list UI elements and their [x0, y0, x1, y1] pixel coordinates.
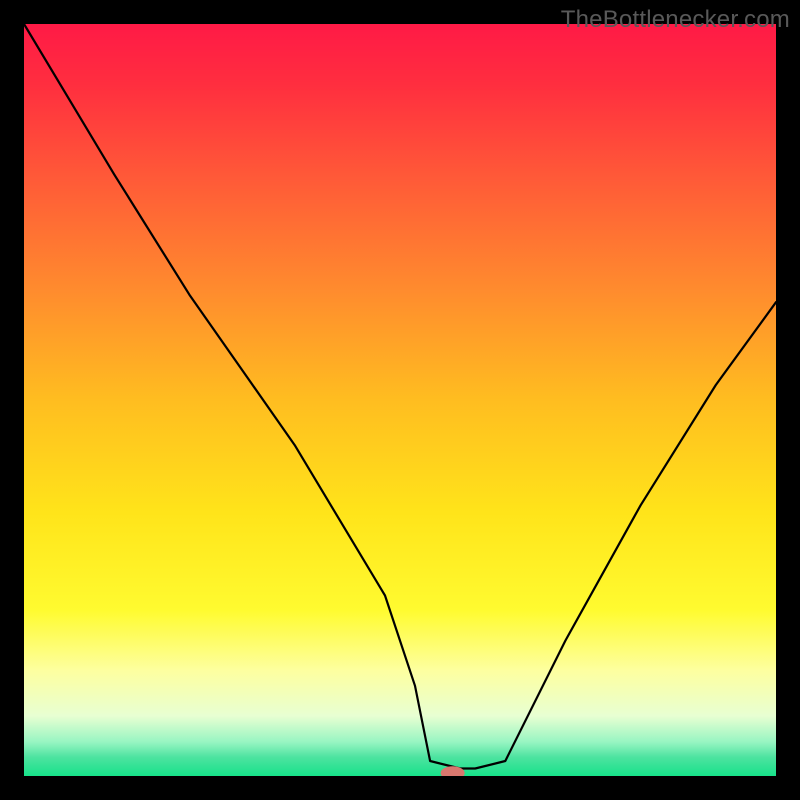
plot-background	[24, 24, 776, 776]
chart-canvas	[0, 0, 800, 800]
attribution-label: TheBottlenecker.com	[561, 6, 790, 34]
bottleneck-chart: TheBottlenecker.com	[0, 0, 800, 800]
